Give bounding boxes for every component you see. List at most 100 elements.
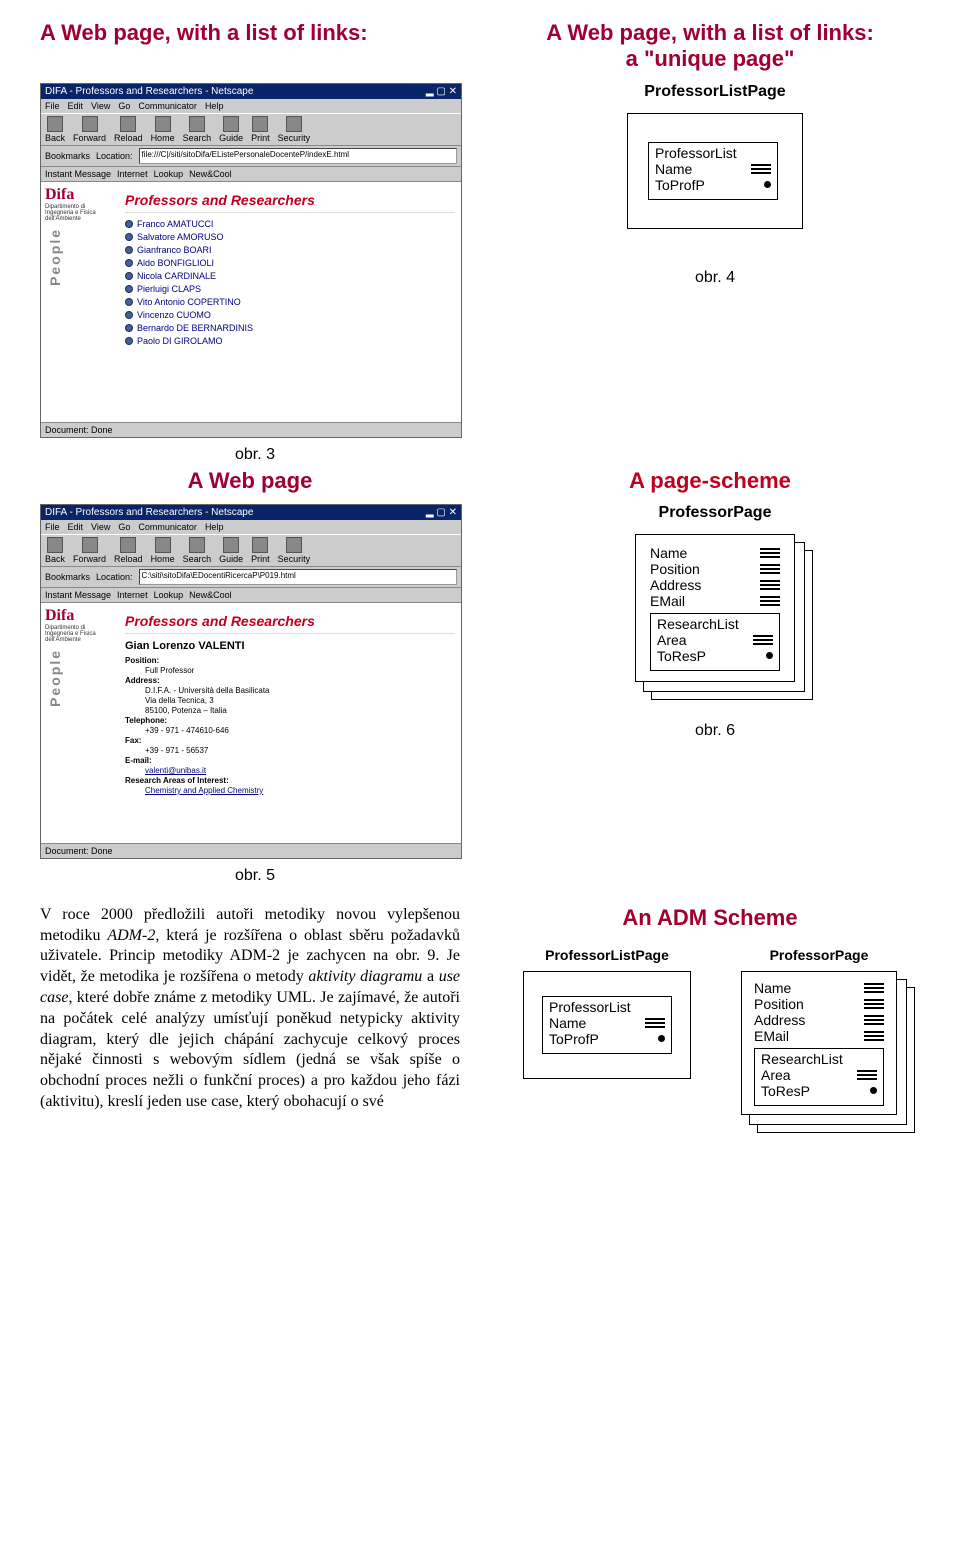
scheme-outer-box: ProfessorList Name ToProfP bbox=[627, 113, 803, 229]
menu-go[interactable]: Go bbox=[118, 101, 130, 111]
link-text: Nicola CARDINALE bbox=[137, 271, 216, 281]
list-item[interactable]: Nicola CARDINALE bbox=[125, 271, 455, 281]
lbl-tel: Telephone: bbox=[125, 716, 167, 725]
window-controls-2[interactable]: ▂ ▢ ✕ bbox=[426, 507, 457, 518]
inst-newcool-2[interactable]: New&Cool bbox=[189, 590, 232, 600]
bullet-icon bbox=[125, 220, 133, 228]
menu-comm-2[interactable]: Communicator bbox=[138, 522, 197, 532]
list-item[interactable]: Pierluigi CLAPS bbox=[125, 284, 455, 294]
link-text: Pierluigi CLAPS bbox=[137, 284, 201, 294]
inst-internet[interactable]: Internet bbox=[117, 169, 148, 179]
window-controls[interactable]: ▂ ▢ ✕ bbox=[426, 86, 457, 97]
adm-left-scheme: ProfessorListPage ProfessorList Name ToP… bbox=[523, 947, 691, 1079]
list-item[interactable]: Vito Antonio COPERTINO bbox=[125, 297, 455, 307]
list-item[interactable]: Aldo BONFIGLIOLI bbox=[125, 258, 455, 268]
pp-address: Address bbox=[650, 577, 701, 593]
list-item[interactable]: Franco AMATUCCI bbox=[125, 219, 455, 229]
list-item[interactable]: Gianfranco BOARI bbox=[125, 245, 455, 255]
research-area: Area bbox=[657, 632, 687, 648]
statusbar: Document: Done bbox=[41, 423, 461, 437]
tb2-search[interactable]: Search bbox=[183, 537, 212, 564]
tb-back[interactable]: Back bbox=[45, 116, 65, 143]
tb2-security[interactable]: Security bbox=[278, 537, 311, 564]
val-research[interactable]: Chemistry and Applied Chemistry bbox=[125, 786, 455, 795]
list-item[interactable]: Bernardo DE BERNARDINIS bbox=[125, 323, 455, 333]
lbl-research: Research Areas of Interest: bbox=[125, 776, 229, 785]
inst-lookup[interactable]: Lookup bbox=[154, 169, 184, 179]
bullet-icon bbox=[125, 272, 133, 280]
menu-help-2[interactable]: Help bbox=[205, 522, 224, 532]
scheme-obr4: ProfessorListPage ProfessorList Name ToP… bbox=[627, 83, 803, 229]
adm-research-area: Area bbox=[761, 1067, 791, 1083]
url-input-2[interactable]: C:\siti\sitoDifa\EDocentiRicercaP\P019.h… bbox=[139, 569, 457, 585]
link-text: Aldo BONFIGLIOLI bbox=[137, 258, 214, 268]
heading-top-right-l1: A Web page, with a list of links: bbox=[546, 20, 874, 45]
window-title-2: DIFA - Professors and Researchers - Nets… bbox=[45, 507, 253, 518]
instant-bar: Instant Message Internet Lookup New&Cool bbox=[41, 167, 461, 182]
tb2-home[interactable]: Home bbox=[151, 537, 175, 564]
scheme-inner-box: ProfessorList Name ToProfP bbox=[648, 142, 778, 200]
tb-forward[interactable]: Forward bbox=[73, 116, 106, 143]
url-input[interactable]: file:///C|/siti/sitoDifa/EListePersonale… bbox=[139, 148, 457, 164]
tb2-forward[interactable]: Forward bbox=[73, 537, 106, 564]
menu-comm[interactable]: Communicator bbox=[138, 101, 197, 111]
link-text: Bernardo DE BERNARDINIS bbox=[137, 323, 253, 333]
dot-icon bbox=[764, 181, 771, 188]
caption-obr5: obr. 5 bbox=[40, 867, 470, 885]
bookmarks-label[interactable]: Bookmarks bbox=[45, 151, 90, 161]
menu-file-2[interactable]: File bbox=[45, 522, 60, 532]
link-text: Vincenzo CUOMO bbox=[137, 310, 211, 320]
scheme-list-title: ProfessorListPage bbox=[644, 83, 785, 101]
heading-top-right: A Web page, with a list of links: a "uni… bbox=[500, 20, 920, 73]
inst-lookup-2[interactable]: Lookup bbox=[154, 590, 184, 600]
adm-research-title: ResearchList bbox=[761, 1051, 877, 1067]
adm-right-title: ProfessorPage bbox=[770, 947, 869, 963]
menu-go-2[interactable]: Go bbox=[118, 522, 130, 532]
pp-name: Name bbox=[650, 545, 687, 561]
inst-msg[interactable]: Instant Message bbox=[45, 169, 111, 179]
bullet-icon bbox=[125, 298, 133, 306]
menu-view[interactable]: View bbox=[91, 101, 110, 111]
tb-print[interactable]: Print bbox=[251, 116, 270, 143]
lbl-position: Position: bbox=[125, 656, 159, 665]
tb2-reload[interactable]: Reload bbox=[114, 537, 143, 564]
val-fax: +39 - 971 - 56537 bbox=[125, 746, 455, 755]
location-label: Location: bbox=[96, 151, 133, 161]
menu-file[interactable]: File bbox=[45, 101, 60, 111]
val-address3: 85100, Potenza – Italia bbox=[125, 706, 455, 715]
tb2-back[interactable]: Back bbox=[45, 537, 65, 564]
adm-left-attr1: Name bbox=[549, 1015, 586, 1031]
tb2-guide[interactable]: Guide bbox=[219, 537, 243, 564]
menu-help[interactable]: Help bbox=[205, 101, 224, 111]
attr-toprofp: ToProfP bbox=[655, 177, 705, 193]
list-item[interactable]: Paolo DI GIROLAMO bbox=[125, 336, 455, 346]
tb-home[interactable]: Home bbox=[151, 116, 175, 143]
list-item[interactable]: Vincenzo CUOMO bbox=[125, 310, 455, 320]
val-address2: Via della Tecnica, 3 bbox=[125, 696, 455, 705]
location-bar: Bookmarks Location: file:///C|/siti/sito… bbox=[41, 146, 461, 167]
tb-reload[interactable]: Reload bbox=[114, 116, 143, 143]
tb-guide[interactable]: Guide bbox=[219, 116, 243, 143]
bullet-icon bbox=[125, 337, 133, 345]
lbl-email: E-mail: bbox=[125, 756, 152, 765]
tb-security[interactable]: Security bbox=[278, 116, 311, 143]
subhead-pagescheme: A page-scheme bbox=[500, 468, 920, 494]
val-email[interactable]: valenti@unibas.it bbox=[125, 766, 455, 775]
menu-edit-2[interactable]: Edit bbox=[68, 522, 84, 532]
bookmarks-label-2[interactable]: Bookmarks bbox=[45, 572, 90, 582]
tb-search[interactable]: Search bbox=[183, 116, 212, 143]
tb2-print[interactable]: Print bbox=[251, 537, 270, 564]
inst-msg-2[interactable]: Instant Message bbox=[45, 590, 111, 600]
menu-view-2[interactable]: View bbox=[91, 522, 110, 532]
list-item[interactable]: Salvatore AMORUSO bbox=[125, 232, 455, 242]
titlebar: DIFA - Professors and Researchers - Nets… bbox=[41, 84, 461, 99]
inst-newcool[interactable]: New&Cool bbox=[189, 169, 232, 179]
lines-icon bbox=[751, 164, 771, 174]
bullet-icon bbox=[125, 311, 133, 319]
inst-internet-2[interactable]: Internet bbox=[117, 590, 148, 600]
bullet-icon bbox=[125, 246, 133, 254]
menu-edit[interactable]: Edit bbox=[68, 101, 84, 111]
link-text: Salvatore AMORUSO bbox=[137, 232, 224, 242]
bullet-icon bbox=[125, 324, 133, 332]
link-text: Franco AMATUCCI bbox=[137, 219, 213, 229]
